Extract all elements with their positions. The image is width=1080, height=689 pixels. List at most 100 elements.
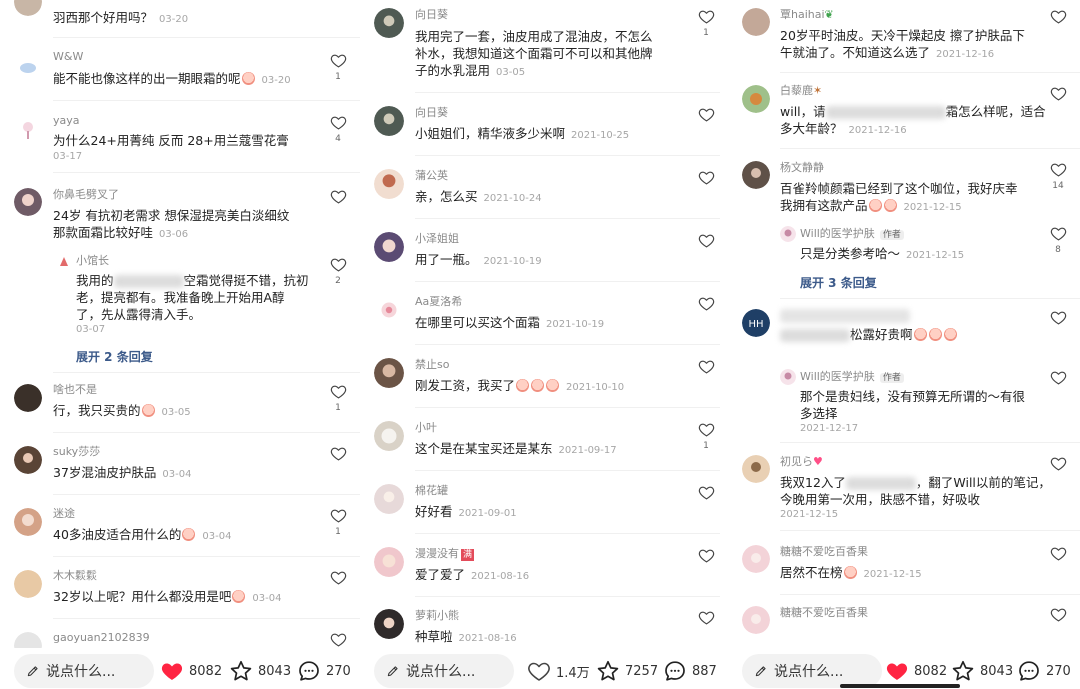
like-button[interactable] [1048, 309, 1068, 326]
avatar[interactable] [374, 421, 404, 451]
like-button[interactable] [1048, 606, 1068, 623]
author-name[interactable]: Will的医学护肤 作者 [800, 370, 904, 385]
like-button[interactable] [696, 169, 716, 186]
like-button[interactable] [696, 547, 716, 564]
commenter-name[interactable]: 小叶 [415, 421, 437, 435]
avatar[interactable] [742, 545, 770, 573]
commenter-name[interactable]: 向日葵 [415, 8, 448, 22]
comment-input[interactable]: 说点什么... [374, 654, 514, 688]
like-button[interactable] [1048, 85, 1068, 102]
like-button[interactable] [696, 358, 716, 375]
author-name[interactable]: Will的医学护肤 作者 [800, 227, 904, 242]
avatar[interactable]: HH [742, 309, 770, 337]
like-button[interactable]: 8082 [885, 658, 947, 684]
collect-button[interactable]: 7257 [596, 658, 658, 684]
commenter-name[interactable]: 漫漫没有满 [415, 547, 475, 561]
like-button[interactable]: 8 [1048, 225, 1068, 256]
like-button[interactable] [328, 188, 348, 205]
like-button[interactable] [1048, 369, 1068, 386]
expand-replies-link[interactable]: 展开 3 条回复 [800, 274, 877, 291]
like-button[interactable]: 1.4万 [527, 658, 590, 684]
comment-text: 百雀羚帧颜霜已经到了这个咖位，我好庆幸 [780, 181, 1018, 196]
avatar[interactable] [14, 384, 42, 412]
like-button[interactable] [328, 445, 348, 462]
collect-button[interactable]: 8043 [951, 658, 1013, 684]
avatar[interactable] [374, 547, 404, 577]
commenter-name[interactable]: 木木鬏鬏 [53, 569, 97, 583]
commenter-name[interactable]: 你鼻毛劈叉了 [53, 188, 119, 202]
like-button[interactable] [328, 569, 348, 586]
avatar[interactable] [374, 609, 404, 639]
like-button[interactable]: 1 [328, 52, 348, 83]
comment-text: 我用完了一套，油皮用成了混油皮，不怎么 [415, 29, 653, 44]
avatar[interactable] [14, 508, 42, 536]
commenter-name[interactable]: suky莎莎 [53, 445, 100, 459]
avatar[interactable] [374, 484, 404, 514]
commenter-name[interactable]: 萝莉小熊 [415, 609, 459, 623]
avatar[interactable] [14, 116, 42, 144]
commenter-name[interactable]: yaya [53, 114, 80, 128]
avatar[interactable] [14, 570, 42, 598]
like-button[interactable] [696, 295, 716, 312]
comment-input[interactable]: 说点什么... [14, 654, 154, 688]
commenter-name[interactable]: 覃haihai❦ [780, 8, 834, 22]
avatar[interactable] [374, 358, 404, 388]
avatar[interactable] [14, 188, 42, 216]
avatar[interactable] [374, 8, 404, 38]
like-button[interactable]: 4 [328, 114, 348, 145]
commenter-name[interactable]: 啥也不是 [53, 383, 97, 397]
like-button[interactable] [1048, 545, 1068, 562]
like-button[interactable] [696, 484, 716, 501]
avatar[interactable] [742, 455, 770, 483]
comment-input[interactable]: 说点什么... [742, 654, 882, 688]
like-button[interactable] [696, 609, 716, 626]
avatar[interactable] [14, 0, 42, 16]
commenter-name[interactable]: 迷途 [53, 507, 75, 521]
commenter-name[interactable]: gaoyuan2102839 [53, 631, 150, 645]
commenter-name[interactable]: 禁止so [415, 358, 449, 372]
commenter-name[interactable]: 蒲公英 [415, 169, 448, 183]
avatar[interactable] [14, 54, 42, 82]
like-button[interactable] [1048, 8, 1068, 25]
commenter-name[interactable]: W&W [53, 50, 83, 64]
avatar[interactable] [14, 446, 42, 474]
like-button[interactable] [696, 106, 716, 123]
avatar[interactable] [780, 226, 796, 242]
like-button[interactable]: 2 [328, 256, 348, 287]
avatar[interactable] [374, 232, 404, 262]
commenter-name[interactable]: 初见ら♥ [780, 455, 823, 469]
like-button[interactable]: 8082 [160, 658, 222, 684]
comment-count-button[interactable]: 270 [1017, 658, 1071, 684]
commenter-name[interactable]: 杨文静静 [780, 161, 824, 175]
like-button[interactable]: 14 [1048, 161, 1068, 192]
like-button[interactable]: 1 [696, 8, 716, 39]
commenter-name[interactable]: 棉花罐 [415, 484, 448, 498]
avatar[interactable] [374, 106, 404, 136]
avatar[interactable] [56, 254, 72, 270]
collect-button[interactable]: 8043 [229, 658, 291, 684]
commenter-name[interactable]: 糖糖不爱吃百香果 [780, 545, 868, 559]
commenter-name[interactable]: 白藜鹿✶ [780, 84, 822, 98]
avatar[interactable] [742, 8, 770, 36]
like-button[interactable] [696, 232, 716, 249]
commenter-name[interactable]: 糖糖不爱吃百香果 [780, 606, 868, 620]
comment-count-button[interactable]: 270 [297, 658, 351, 684]
like-button[interactable]: 1 [328, 383, 348, 414]
like-button[interactable] [1048, 455, 1068, 472]
comment-count-button[interactable]: 887 [663, 658, 717, 684]
commenter-name[interactable]: 小馆长 [76, 254, 109, 268]
like-button[interactable]: 1 [696, 421, 716, 452]
like-button[interactable] [328, 631, 348, 648]
avatar[interactable] [374, 169, 404, 199]
avatar[interactable] [374, 295, 404, 325]
avatar[interactable] [742, 161, 770, 189]
like-button[interactable]: 1 [328, 507, 348, 538]
commenter-name[interactable]: 向日葵 [415, 106, 448, 120]
commenter-name[interactable]: 小泽姐姐 [415, 232, 459, 246]
heart-outline-icon [1050, 8, 1067, 25]
avatar[interactable] [742, 85, 770, 113]
commenter-name[interactable]: Aa夏洛希 [415, 295, 462, 309]
expand-replies-link[interactable]: 展开 2 条回复 [76, 348, 153, 365]
avatar[interactable] [742, 606, 770, 634]
avatar[interactable] [780, 369, 796, 385]
